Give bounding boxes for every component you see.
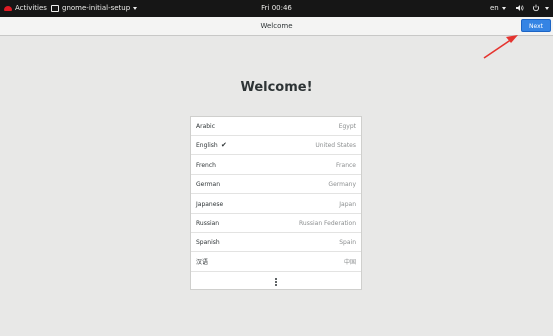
language-row[interactable]: 汉语 中国 [191,253,361,272]
language-name: 汉语 [196,258,209,266]
language-name: Japanese [196,200,224,208]
next-button[interactable]: Next [521,19,551,32]
top-bar: Activities gnome-initial-setup Fri 00:46… [0,0,553,17]
language-name: Russian [196,220,220,227]
input-language-menu[interactable]: en [490,0,506,17]
language-name: French [196,161,216,169]
caret-down-icon [545,6,550,10]
header-title: Welcome [260,22,293,30]
language-region: Spain [339,239,356,247]
more-vertical-icon [275,278,277,287]
caret-down-icon [501,6,506,10]
power-icon [533,4,540,12]
language-region: Russian Federation [299,220,356,227]
language-region: Egypt [338,123,356,130]
language-name: German [196,181,221,189]
language-row[interactable]: German Germany [191,175,361,195]
language-row[interactable]: Spanish Spain [191,233,361,253]
language-name: Arabic [196,123,216,130]
language-row[interactable]: Russian Russian Federation [191,214,361,233]
language-name: Spanish [196,239,220,247]
page-title: Welcome! [240,80,313,95]
header-bar: Welcome [0,17,553,36]
input-language-label: en [490,4,499,12]
language-region: 中国 [343,258,356,266]
language-row[interactable]: Arabic Egypt [191,117,361,136]
language-list: Arabic Egypt English ✔ United States French Fr… [190,116,362,290]
volume-icon [516,5,524,11]
language-region: Japan [339,200,356,208]
checkmark-icon: ✔ [221,141,227,150]
language-region: Germany [328,181,356,189]
more-languages-button[interactable] [191,272,361,290]
language-row[interactable]: Japanese Japan [191,195,361,214]
language-name: English [196,142,218,150]
language-row[interactable]: French France [191,156,361,175]
language-region: France [336,161,356,169]
system-menu[interactable] [516,0,553,17]
language-row[interactable]: English ✔ United States [191,136,361,156]
clock[interactable]: Fri 00:46 [0,0,553,17]
language-region: United States [315,142,356,150]
